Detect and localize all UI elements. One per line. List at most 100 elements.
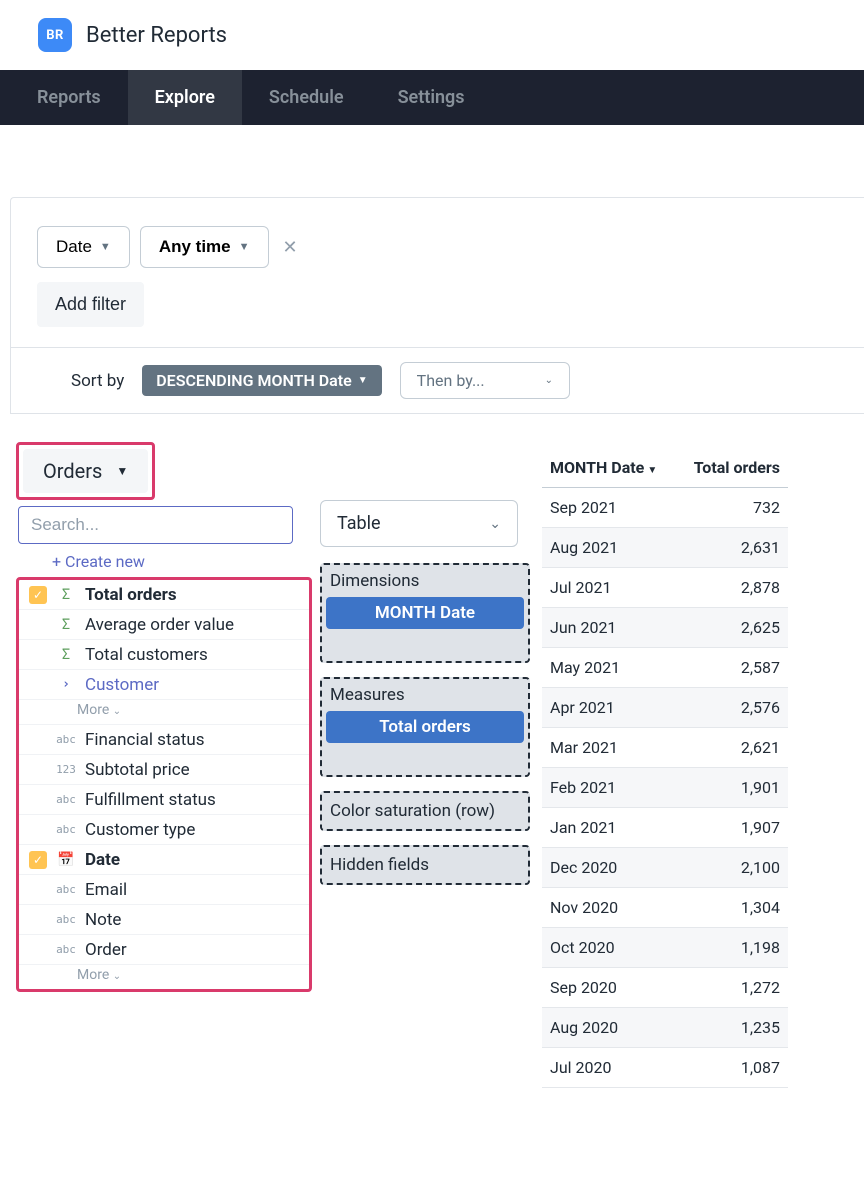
text-type-icon: abc [55, 733, 77, 746]
field-label: Email [85, 880, 127, 900]
filter-date-value[interactable]: Any time ▼ [140, 226, 269, 268]
search-input[interactable] [18, 506, 293, 544]
chevron-down-icon: ⌄ [489, 516, 501, 532]
caret-down-icon: ▼ [358, 375, 368, 386]
field-label: Average order value [85, 615, 234, 635]
field-more-link[interactable]: More ⌄ [19, 965, 309, 989]
caret-down-icon: ▼ [239, 241, 250, 253]
hidden-fields-zone[interactable]: Hidden fields [320, 845, 530, 885]
sort-primary-text: DESCENDING MONTH Date [156, 371, 352, 390]
field-row[interactable]: ΣTotal customers [19, 640, 309, 670]
table-cell-value: 1,304 [676, 888, 788, 928]
text-type-icon: abc [55, 823, 77, 836]
table-cell-month: Jan 2021 [542, 808, 676, 848]
app-title: Better Reports [86, 23, 227, 48]
table-row: Oct 20201,198 [542, 928, 788, 968]
nav-reports[interactable]: Reports [10, 70, 128, 125]
field-row[interactable]: abc Note [19, 905, 309, 935]
field-row[interactable]: abc Email [19, 875, 309, 905]
table-cell-value: 2,100 [676, 848, 788, 888]
filter-date-field[interactable]: Date ▼ [37, 226, 130, 268]
field-more-link[interactable]: More ⌄ [19, 700, 309, 725]
table-cell-value: 2,576 [676, 688, 788, 728]
sort-by-label: Sort by [71, 371, 124, 391]
field-row[interactable]: Σ Average order value [19, 610, 309, 640]
app-logo: BR [38, 18, 72, 52]
text-type-icon: abc [55, 943, 77, 956]
create-new-link[interactable]: + Create new [16, 544, 312, 575]
field-label: Financial status [85, 730, 204, 750]
measures-title: Measures [326, 683, 524, 711]
table-cell-value: 1,272 [676, 968, 788, 1008]
table-row: Sep 2021732 [542, 488, 788, 528]
table-cell-value: 2,878 [676, 568, 788, 608]
sigma-icon: Σ [55, 647, 77, 663]
field-row[interactable]: ✓ Σ Total orders [19, 580, 309, 610]
field-row[interactable]: abcFulfillment status [19, 785, 309, 815]
hidden-fields-title: Hidden fields [330, 855, 520, 875]
sigma-icon: Σ [55, 617, 77, 633]
nav-schedule[interactable]: Schedule [242, 70, 371, 125]
table-cell-value: 1,235 [676, 1008, 788, 1048]
sort-bar: Sort by DESCENDING MONTH Date ▼ Then by.… [10, 348, 864, 414]
table-header-month[interactable]: MONTH Date▼ [542, 448, 676, 488]
table-cell-month: Jul 2020 [542, 1048, 676, 1088]
dimensions-zone[interactable]: Dimensions MONTH Date [320, 563, 530, 663]
sort-thenby-select[interactable]: Then by... ⌄ [400, 362, 570, 399]
field-label: Total orders [85, 585, 177, 605]
measure-chip-total-orders[interactable]: Total orders [326, 711, 524, 743]
table-cell-value: 2,587 [676, 648, 788, 688]
text-type-icon: abc [55, 883, 77, 896]
checkbox-checked-icon[interactable]: ✓ [29, 586, 47, 604]
sigma-icon: Σ [55, 587, 77, 603]
table-header-total-orders[interactable]: Total orders [676, 448, 788, 488]
add-filter-button[interactable]: Add filter [37, 282, 144, 327]
calendar-icon: 📅 [55, 852, 77, 868]
field-row[interactable]: ✓ 📅 Date [19, 845, 309, 875]
field-row[interactable]: ›Customer [19, 670, 309, 700]
dimension-chip-month-date[interactable]: MONTH Date [326, 597, 524, 629]
table-cell-month: Feb 2021 [542, 768, 676, 808]
color-saturation-title: Color saturation (row) [330, 801, 520, 821]
table-row: Mar 20212,621 [542, 728, 788, 768]
table-row: Jan 20211,907 [542, 808, 788, 848]
color-saturation-zone[interactable]: Color saturation (row) [320, 791, 530, 831]
table-row: Feb 20211,901 [542, 768, 788, 808]
filter-anytime-label: Any time [159, 237, 231, 257]
caret-down-icon: ▼ [100, 241, 111, 253]
measures-zone[interactable]: Measures Total orders [320, 677, 530, 777]
field-label: Customer type [85, 820, 195, 840]
table-row: Nov 20201,304 [542, 888, 788, 928]
table-row: Aug 20212,631 [542, 528, 788, 568]
field-label: Date [85, 850, 120, 870]
dimensions-title: Dimensions [326, 569, 524, 597]
table-cell-value: 2,631 [676, 528, 788, 568]
table-row: Sep 20201,272 [542, 968, 788, 1008]
topbar: BR Better Reports [0, 0, 864, 70]
viz-type-label: Table [337, 513, 381, 534]
table-cell-value: 1,198 [676, 928, 788, 968]
field-row[interactable]: abc Order [19, 935, 309, 965]
main-nav: Reports Explore Schedule Settings [0, 70, 864, 125]
viz-type-select[interactable]: Table ⌄ [320, 500, 518, 547]
field-row[interactable]: 123Subtotal price [19, 755, 309, 785]
field-row[interactable]: abc Customer type [19, 815, 309, 845]
text-type-icon: abc [55, 913, 77, 926]
sort-primary-chip[interactable]: DESCENDING MONTH Date ▼ [142, 365, 381, 396]
field-label: Order [85, 940, 127, 960]
checkbox-checked-icon[interactable]: ✓ [29, 851, 47, 869]
nav-settings[interactable]: Settings [371, 70, 492, 125]
source-selector[interactable]: Orders ▼ [23, 449, 148, 493]
table-cell-month: May 2021 [542, 648, 676, 688]
field-label: Note [85, 910, 121, 930]
sort-thenby-placeholder: Then by... [417, 371, 485, 390]
table-row: Jul 20201,087 [542, 1048, 788, 1088]
table-cell-month: Apr 2021 [542, 688, 676, 728]
field-label: Fulfillment status [85, 790, 216, 810]
table-cell-month: Mar 2021 [542, 728, 676, 768]
nav-explore[interactable]: Explore [128, 70, 242, 125]
table-cell-value: 2,625 [676, 608, 788, 648]
field-row[interactable]: abc Financial status [19, 725, 309, 755]
remove-filter-icon[interactable]: ✕ [279, 237, 302, 258]
table-cell-value: 1,907 [676, 808, 788, 848]
